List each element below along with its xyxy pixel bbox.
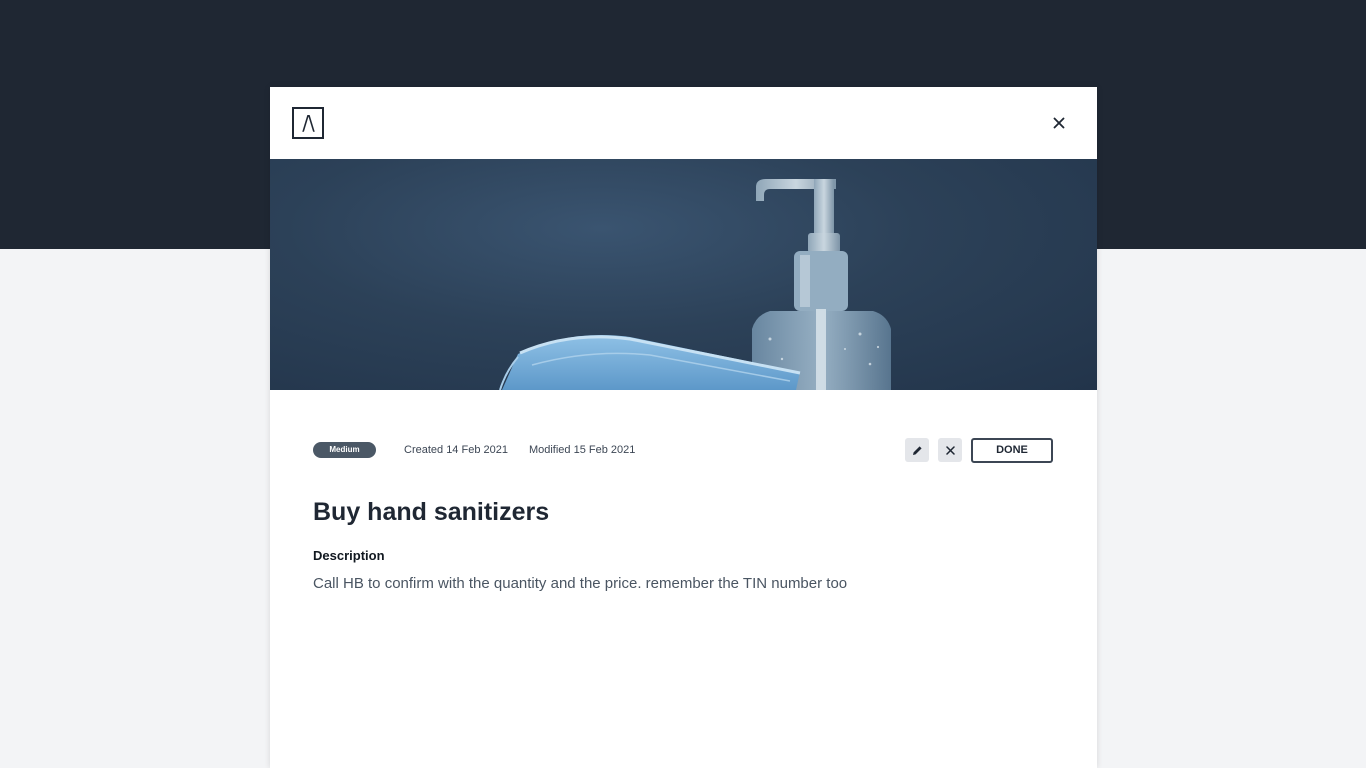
delete-button[interactable]: [938, 438, 962, 462]
task-banner-image: [270, 159, 1097, 390]
sanitizer-and-mask-illustration: [499, 179, 891, 390]
priority-badge: Medium: [313, 442, 376, 458]
description-text: Call HB to confirm with the quantity and…: [313, 575, 848, 592]
edit-button[interactable]: [905, 438, 929, 462]
task-actions: DONE: [905, 437, 1053, 463]
task-title: Buy hand sanitizers: [313, 498, 550, 526]
created-date: Created 14 Feb 2021: [404, 444, 508, 456]
logo-text: /\: [302, 111, 315, 135]
modal-header: /\: [270, 87, 1097, 159]
done-button[interactable]: DONE: [971, 437, 1053, 463]
pencil-icon: [912, 445, 922, 455]
app-logo: /\: [292, 107, 324, 139]
close-modal-button[interactable]: [1047, 111, 1071, 135]
modal-body: Medium Created 14 Feb 2021 Modified 15 F…: [270, 390, 1097, 592]
modified-date: Modified 15 Feb 2021: [528, 444, 636, 456]
close-icon: [1053, 117, 1065, 129]
description-label: Description: [313, 548, 385, 563]
task-detail-modal: /\ Medium Created 14 Feb 2021 Modified 1…: [270, 87, 1097, 768]
task-meta-row: Medium Created 14 Feb 2021 Modified 15 F…: [313, 437, 1054, 463]
close-icon: [945, 445, 955, 455]
